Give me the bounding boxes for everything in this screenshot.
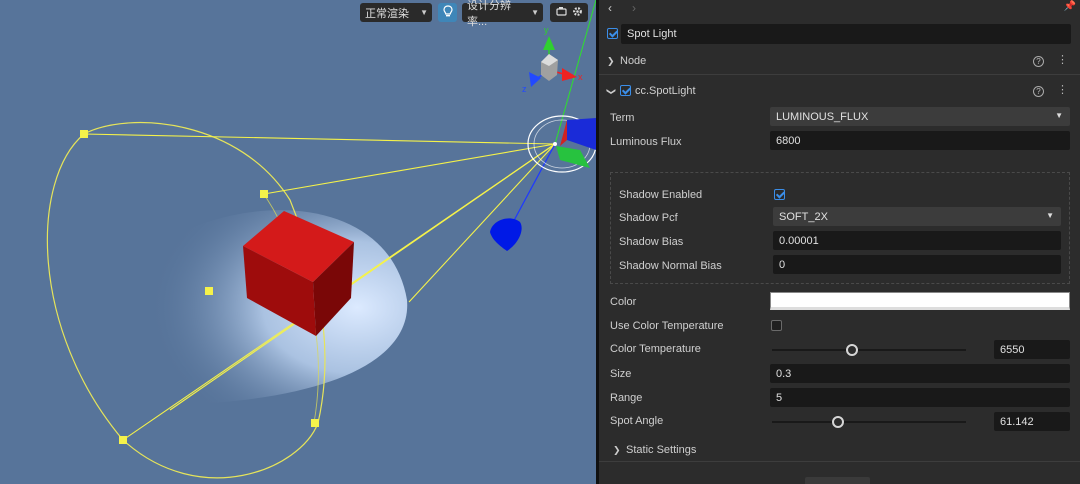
direction-arrow[interactable] xyxy=(490,218,522,251)
node-section-title: Node xyxy=(620,55,647,67)
color-swatch[interactable] xyxy=(770,292,1070,310)
range-input[interactable]: 5 xyxy=(770,388,1070,407)
forward-arrow-icon[interactable]: › xyxy=(625,1,643,15)
shadow-enabled-label: Shadow Enabled xyxy=(619,189,703,201)
color-temperature-label: Color Temperature xyxy=(610,343,701,355)
term-dropdown[interactable]: LUMINOUS_FLUX ▼ xyxy=(770,107,1070,126)
pin-icon[interactable]: 📌 xyxy=(1064,1,1076,12)
shadow-bias-value: 0.00001 xyxy=(779,234,819,247)
chevron-down-icon: ▼ xyxy=(1055,111,1063,120)
shadow-bias-input[interactable]: 0.00001 xyxy=(773,231,1061,250)
spot-angle-value: 61.142 xyxy=(1000,415,1034,428)
term-label: Term xyxy=(610,112,635,124)
spot-angle-slider[interactable] xyxy=(772,421,966,423)
component-title: cc.SpotLight xyxy=(635,85,696,97)
chevron-down-icon: ▼ xyxy=(531,8,539,17)
node-name-input[interactable]: Spot Light xyxy=(621,24,1071,44)
help-icon[interactable]: ? xyxy=(1033,86,1044,97)
chevron-down-icon: ▼ xyxy=(420,8,428,17)
range-value: 5 xyxy=(776,391,783,404)
orientation-gizmo[interactable]: y x z xyxy=(522,25,583,94)
color-temperature-value: 6550 xyxy=(1000,343,1025,356)
svg-text:x: x xyxy=(578,72,583,82)
spot-angle-input[interactable]: 61.142 xyxy=(994,412,1070,431)
use-color-temperature-checkbox[interactable] xyxy=(771,320,782,331)
spot-angle-slider-thumb[interactable] xyxy=(831,416,844,428)
gear-icon xyxy=(572,6,583,20)
scene-toolbar: 正常渲染 ▼ 设计分辨率... ▼ xyxy=(360,0,588,28)
node-section-header[interactable]: ❯ Node ? ⋮ xyxy=(599,50,1080,72)
camera-icon xyxy=(555,6,567,19)
node-name-value: Spot Light xyxy=(627,28,677,40)
chevron-right-icon[interactable]: ❯ xyxy=(607,56,615,67)
light-toggle-button[interactable] xyxy=(438,3,457,22)
color-temperature-slider[interactable] xyxy=(772,349,966,351)
node-active-checkbox[interactable] xyxy=(607,28,618,39)
scene-viewport[interactable]: y x z 正常渲染 ▼ 设计分辨率... ▼ xyxy=(0,0,596,484)
svg-text:y: y xyxy=(544,25,549,35)
shadow-pcf-value: SOFT_2X xyxy=(779,210,828,223)
luminous-flux-input[interactable]: 6800 xyxy=(770,131,1070,150)
shadow-normal-bias-value: 0 xyxy=(779,258,786,271)
color-temperature-input[interactable]: 6550 xyxy=(994,340,1070,359)
scene-canvas[interactable]: y x z xyxy=(0,0,596,484)
spotlight-section-header[interactable]: ❯ cc.SpotLight ? ⋮ xyxy=(599,80,1080,102)
camera-settings-button[interactable] xyxy=(550,3,588,22)
inspector-panel: ‹ › 📌 Spot Light ❯ Node ? ⋮ ❯ cc.SpotLig… xyxy=(599,0,1080,484)
chevron-down-icon: ▼ xyxy=(1046,211,1054,220)
static-settings-header[interactable]: ❯ Static Settings xyxy=(599,439,1080,461)
help-icon[interactable]: ? xyxy=(1033,56,1044,67)
shadow-enabled-checkbox[interactable] xyxy=(774,189,785,200)
shadow-pcf-dropdown[interactable]: SOFT_2X ▼ xyxy=(773,207,1061,226)
add-component-button[interactable] xyxy=(805,477,870,484)
node-name-row: Spot Light xyxy=(599,24,1080,44)
static-settings-title: Static Settings xyxy=(626,444,697,456)
size-label: Size xyxy=(610,368,632,380)
resolution-label: 设计分辨率... xyxy=(467,0,511,28)
section-divider xyxy=(599,74,1080,75)
shadow-bias-label: Shadow Bias xyxy=(619,236,684,248)
more-icon[interactable]: ⋮ xyxy=(1057,85,1068,96)
color-temperature-slider-thumb[interactable] xyxy=(845,344,858,356)
back-arrow-icon[interactable]: ‹ xyxy=(601,1,619,15)
term-value: LUMINOUS_FLUX xyxy=(776,110,869,123)
spot-angle-label: Spot Angle xyxy=(610,415,664,427)
lightbulb-icon xyxy=(442,4,454,21)
resolution-select[interactable]: 设计分辨率... ▼ xyxy=(462,0,543,28)
size-input[interactable]: 0.3 xyxy=(770,364,1070,383)
chevron-down-icon[interactable]: ❯ xyxy=(605,87,616,95)
shadow-pcf-label: Shadow Pcf xyxy=(619,212,678,224)
component-enabled-checkbox[interactable] xyxy=(620,85,631,96)
color-label: Color xyxy=(610,296,637,308)
luminous-flux-label: Luminous Flux xyxy=(610,136,682,148)
inspector-nav: ‹ › 📌 xyxy=(599,0,1080,16)
render-mode-label: 正常渲染 xyxy=(365,7,409,20)
svg-text:z: z xyxy=(522,84,527,94)
render-mode-select[interactable]: 正常渲染 ▼ xyxy=(360,3,432,22)
use-color-temperature-label: Use Color Temperature xyxy=(610,320,724,332)
range-label: Range xyxy=(610,392,643,404)
luminous-flux-value: 6800 xyxy=(776,134,801,147)
section-divider xyxy=(599,461,1080,462)
chevron-right-icon[interactable]: ❯ xyxy=(613,445,621,456)
more-icon[interactable]: ⋮ xyxy=(1057,55,1068,66)
size-value: 0.3 xyxy=(776,367,792,380)
shadow-normal-bias-label: Shadow Normal Bias xyxy=(619,260,722,272)
shadow-normal-bias-input[interactable]: 0 xyxy=(773,255,1061,274)
